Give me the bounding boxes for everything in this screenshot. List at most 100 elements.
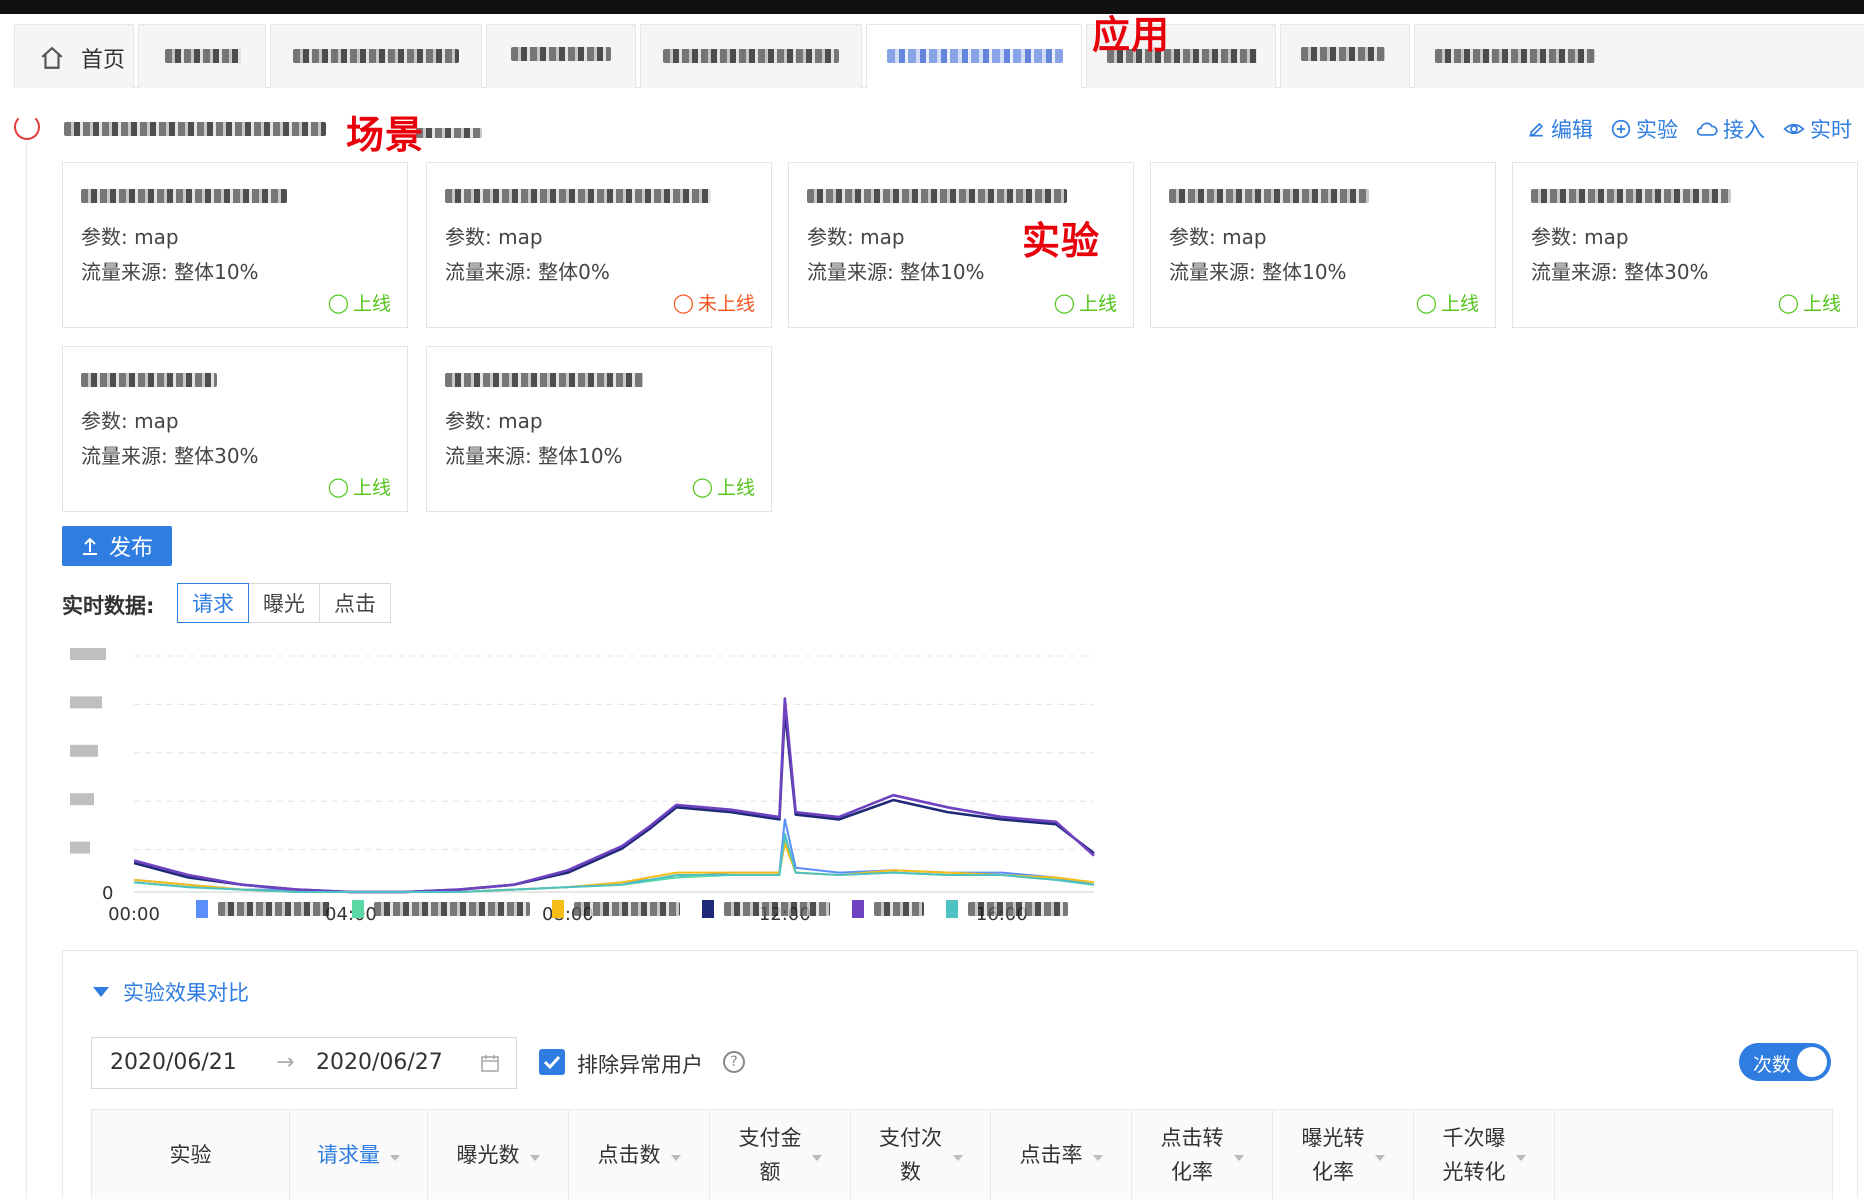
y-tick-label-blurred (70, 648, 106, 660)
experiment-traffic: 流量来源: 整体10% (81, 260, 259, 284)
scene-timeline-line (26, 142, 27, 1198)
eye-icon (1783, 123, 1805, 135)
legend-item[interactable] (352, 900, 530, 918)
tab-app[interactable] (1414, 24, 1864, 88)
experiment-status: ◯ 上线 (327, 291, 391, 316)
date-end[interactable]: 2020/06/27 (316, 1050, 443, 1075)
sort-icon (1375, 1155, 1385, 1161)
annotation-scene: 场景 (346, 113, 425, 157)
toggle-knob (1797, 1047, 1827, 1077)
comparison-collapse-toggle[interactable]: 实验效果对比 (93, 977, 249, 1007)
publish-button[interactable]: 发布 (62, 526, 172, 566)
connect-button[interactable]: 接入 (1696, 114, 1765, 144)
column-exposure-conversion[interactable]: 曝光转化率 (1273, 1110, 1414, 1200)
toggle-label: 次数 (1753, 1054, 1792, 1076)
app-tabs: 首页 (14, 24, 1864, 88)
scene-loading-indicator (14, 114, 40, 140)
tab-app[interactable] (1280, 24, 1410, 88)
edit-button[interactable]: 编辑 (1526, 114, 1593, 144)
experiment-param: 参数: map (807, 225, 905, 249)
date-range-picker[interactable]: 2020/06/21 → 2020/06/27 (91, 1037, 517, 1089)
add-experiment-button[interactable]: 实验 (1611, 114, 1678, 144)
bulb-icon: ◯ (327, 475, 349, 498)
tab-home[interactable]: 首页 (14, 24, 134, 88)
experiment-param: 参数: map (445, 409, 543, 433)
edit-label: 编辑 (1551, 118, 1593, 142)
publish-label: 发布 (108, 535, 153, 560)
scene-actions: 编辑 实验 接入 实时 (1526, 114, 1852, 144)
legend-item[interactable] (196, 900, 330, 918)
experiment-traffic: 流量来源: 整体30% (1531, 260, 1709, 284)
experiment-param: 参数: map (445, 225, 543, 249)
y-tick-label-blurred (70, 696, 102, 709)
experiment-param: 参数: map (1531, 225, 1629, 249)
sort-icon (1092, 1155, 1103, 1161)
legend-item[interactable] (852, 900, 924, 918)
exclude-abnormal-checkbox[interactable] (539, 1049, 565, 1075)
bulb-icon: ◯ (1415, 291, 1437, 314)
edit-icon (1529, 122, 1544, 137)
experiment-card[interactable]: 参数: map 流量来源: 整体10% ◯ 上线 (426, 346, 772, 512)
sort-icon (1234, 1155, 1244, 1161)
bulb-icon: ◯ (327, 291, 349, 314)
series-line (133, 818, 1095, 893)
experiment-card[interactable]: 参数: map 流量来源: 整体30% ◯ 上线 (1512, 162, 1858, 328)
legend-item[interactable] (946, 900, 1068, 918)
segment-clicks[interactable]: 点击 (319, 583, 391, 623)
y-tick-label-blurred (70, 793, 94, 806)
experiment-traffic: 流量来源: 整体0% (445, 260, 610, 284)
help-icon[interactable]: ? (723, 1051, 745, 1073)
count-toggle-switch[interactable]: 次数 (1739, 1043, 1831, 1081)
sort-icon (952, 1155, 963, 1161)
column-experiment: 实验 (92, 1110, 290, 1200)
experiment-name (445, 189, 711, 203)
realtime-label: 实时 (1810, 118, 1852, 142)
column-clicks[interactable]: 点击数 (569, 1110, 710, 1200)
realtime-line-chart: 000:0004:0008:0012:0016:00 (70, 648, 1095, 925)
tab-app[interactable] (270, 24, 482, 88)
bulb-icon: ◯ (672, 291, 694, 314)
experiment-card[interactable]: 参数: map 流量来源: 整体10% ◯ 上线 (1150, 162, 1496, 328)
experiment-card[interactable]: 参数: map 流量来源: 整体10% ◯ 上线 (62, 162, 408, 328)
sort-icon (670, 1155, 681, 1161)
tab-app[interactable] (640, 24, 862, 88)
tab-app[interactable] (486, 24, 636, 88)
annotation-app: 应用 (1092, 13, 1171, 57)
experiment-param: 参数: map (81, 225, 179, 249)
comparison-title: 实验效果对比 (123, 981, 249, 1005)
experiment-status: ◯ 上线 (1053, 291, 1117, 316)
upload-icon (82, 537, 97, 555)
experiment-status: ◯ 上线 (1777, 291, 1841, 316)
scene-subtitle (416, 128, 482, 138)
date-start[interactable]: 2020/06/21 (110, 1050, 237, 1075)
legend-item[interactable] (552, 900, 680, 918)
column-payment-amount[interactable]: 支付金额 (710, 1110, 851, 1200)
calendar-icon (481, 1055, 499, 1072)
realtime-button[interactable]: 实时 (1783, 114, 1852, 144)
experiment-name (81, 189, 287, 203)
bulb-icon: ◯ (1053, 291, 1075, 314)
legend-item[interactable] (702, 900, 830, 918)
bulb-icon: ◯ (1777, 291, 1799, 314)
experiment-status: ◯ 未上线 (672, 291, 755, 316)
tab-app[interactable] (138, 24, 266, 88)
column-requests[interactable]: 请求量 (290, 1110, 428, 1200)
column-ctr[interactable]: 点击率 (991, 1110, 1132, 1200)
experiment-card[interactable]: 参数: map 流量来源: 整体0% ◯ 未上线 (426, 162, 772, 328)
exclude-abnormal-label: 排除异常用户 (577, 1053, 703, 1077)
segment-exposures[interactable]: 曝光 (248, 583, 320, 623)
arrow-right-icon: → (276, 1050, 295, 1075)
column-click-conversion[interactable]: 点击转化率 (1132, 1110, 1273, 1200)
column-per-mille-conversion[interactable]: 千次曝光转化 (1414, 1110, 1555, 1200)
sort-icon (812, 1155, 822, 1161)
tab-app-active[interactable] (866, 24, 1082, 88)
experiment-status: ◯ 上线 (691, 475, 755, 500)
annotation-experiment: 实验 (1022, 219, 1101, 263)
experiment-comparison-panel: 实验效果对比 2020/06/21 → 2020/06/27 排除异常用户 ? … (62, 950, 1858, 1200)
experiment-traffic: 流量来源: 整体10% (807, 260, 985, 284)
experiment-card[interactable]: 参数: map 流量来源: 整体30% ◯ 上线 (62, 346, 408, 512)
realtime-data-label: 实时数据: (62, 594, 155, 618)
column-exposures[interactable]: 曝光数 (428, 1110, 569, 1200)
column-payment-count[interactable]: 支付次数 (851, 1110, 991, 1200)
segment-requests[interactable]: 请求 (177, 583, 249, 623)
